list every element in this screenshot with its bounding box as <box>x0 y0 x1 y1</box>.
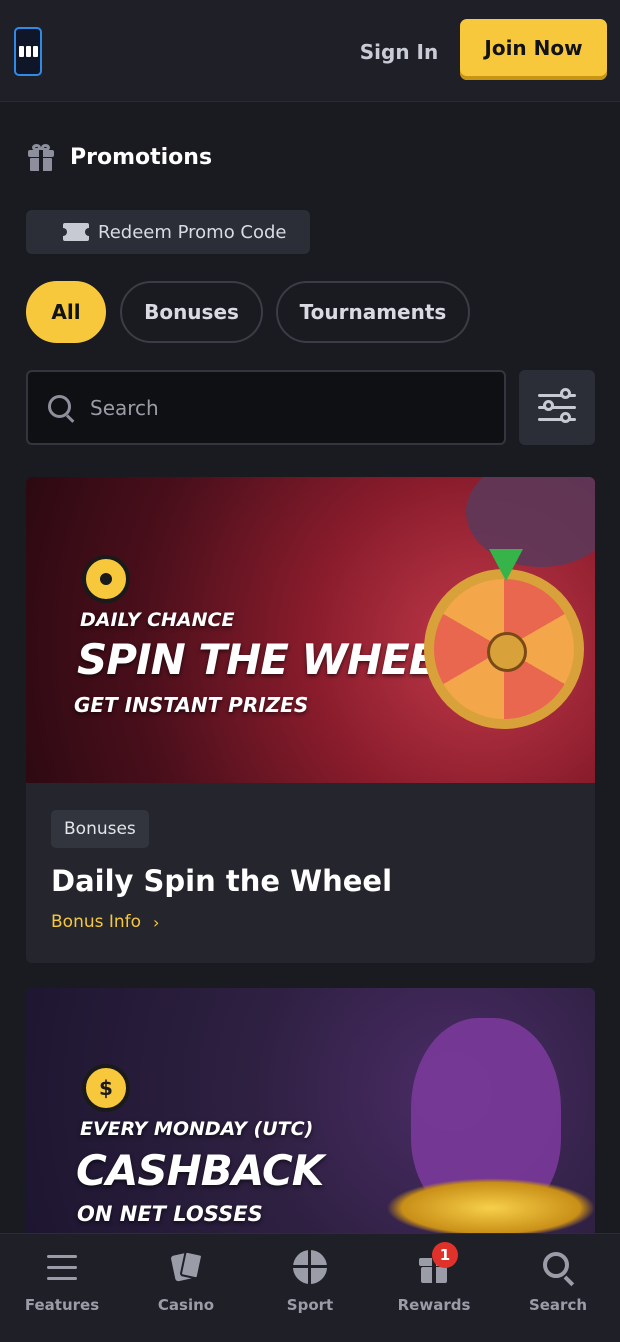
demon-illustration <box>466 477 595 567</box>
bonus-info-label: Bonus Info <box>51 912 142 932</box>
nav-label: Casino <box>157 1296 215 1314</box>
banner-subline: ON NET LOSSES <box>77 1202 263 1226</box>
promo-banner-image: DAILY CHANCE SPIN THE WHEEL GET INSTANT … <box>26 477 595 783</box>
filter-chip-all[interactable]: All <box>26 281 106 343</box>
menu-icon <box>45 1250 79 1284</box>
banner-kicker: DAILY CHANCE <box>80 609 235 631</box>
prize-wheel-illustration <box>424 569 584 729</box>
gift-icon <box>27 143 55 171</box>
promo-card-spin-wheel[interactable]: DAILY CHANCE SPIN THE WHEEL GET INSTANT … <box>26 477 595 963</box>
bonus-info-link[interactable]: Bonus Info › <box>51 912 570 932</box>
cashback-coin-icon: $ <box>82 1064 130 1112</box>
ticket-icon <box>59 223 93 241</box>
redeem-label: Redeem Promo Code <box>98 221 287 243</box>
filter-chip-bonuses[interactable]: Bonuses <box>120 281 263 343</box>
nav-casino[interactable]: Casino <box>124 1234 248 1342</box>
nav-label: Rewards <box>397 1296 471 1314</box>
search-icon <box>541 1250 575 1287</box>
banner-headline: CASHBACK <box>76 1146 324 1195</box>
promo-card-cashback[interactable]: $ EVERY MONDAY (UTC) CASHBACK ON NET LOS… <box>26 988 595 1248</box>
page-title: Promotions <box>70 144 213 170</box>
wheel-badge-icon <box>82 555 130 603</box>
search-box <box>26 370 506 445</box>
nav-search[interactable]: Search <box>496 1234 620 1342</box>
top-bar: Sign In Join Now <box>0 0 620 102</box>
banner-kicker: EVERY MONDAY (UTC) <box>80 1118 314 1140</box>
promo-title: Daily Spin the Wheel <box>51 864 393 898</box>
category-tag: Bonuses <box>51 810 149 848</box>
nav-features[interactable]: Features <box>0 1234 124 1342</box>
cards-icon <box>169 1250 204 1284</box>
nav-sport[interactable]: Sport <box>248 1234 372 1342</box>
banner-headline: SPIN THE WHEEL <box>77 635 463 684</box>
wheel-pointer <box>489 549 523 581</box>
search-input[interactable] <box>90 372 490 443</box>
filter-settings-button[interactable] <box>519 370 595 445</box>
gold-coins-illustration <box>386 1178 595 1238</box>
notification-badge: 1 <box>432 1242 458 1268</box>
bottom-navigation: Features Casino Sport Rewards 1 Search <box>0 1233 620 1342</box>
join-now-button[interactable]: Join Now <box>460 19 607 80</box>
promo-banner-image: $ EVERY MONDAY (UTC) CASHBACK ON NET LOS… <box>26 988 595 1248</box>
nav-label: Sport <box>286 1296 334 1314</box>
promotions-heading: Promotions <box>27 140 212 174</box>
basketball-icon <box>293 1250 327 1284</box>
redeem-promo-code-button[interactable]: Redeem Promo Code <box>26 210 310 254</box>
logo[interactable] <box>14 27 42 76</box>
nav-label: Search <box>528 1296 588 1314</box>
chevron-right-icon: › <box>153 912 160 932</box>
sign-in-button[interactable]: Sign In <box>350 30 448 74</box>
banner-subline: GET INSTANT PRIZES <box>74 693 309 717</box>
search-icon <box>48 395 76 423</box>
filter-chip-tournaments[interactable]: Tournaments <box>276 281 470 343</box>
nav-label: Features <box>24 1296 100 1314</box>
